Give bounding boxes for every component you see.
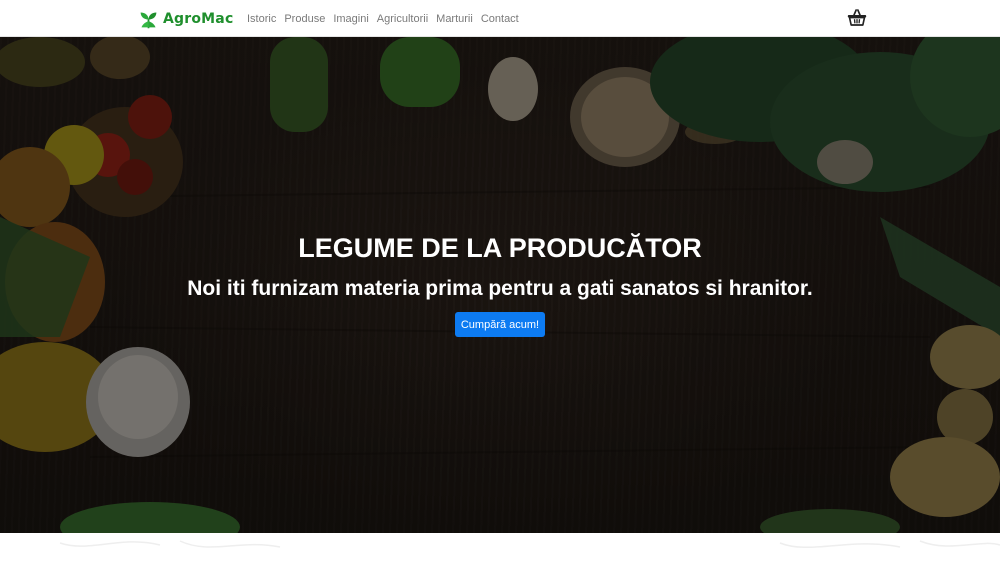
basket-icon[interactable] xyxy=(847,8,867,27)
hero-content: LEGUME DE LA PRODUCĂTOR Noi iti furnizam… xyxy=(0,37,1000,533)
nav-link-agricultorii[interactable]: Agricultorii xyxy=(377,13,428,25)
brand-name: AgroMac xyxy=(163,11,234,27)
nav-link-imagini[interactable]: Imagini xyxy=(333,13,368,25)
sprout-logo-icon xyxy=(140,12,157,28)
nav-links: Istoric Produse Imagini Agricultorii Mar… xyxy=(247,0,519,37)
buy-now-button[interactable]: Cumpără acum! xyxy=(455,312,545,337)
nav-link-istoric[interactable]: Istoric xyxy=(247,13,276,25)
nav-link-contact[interactable]: Contact xyxy=(481,13,519,25)
brand-logo-link[interactable]: AgroMac xyxy=(138,8,233,30)
nav-link-produse[interactable]: Produse xyxy=(284,13,325,25)
nav-link-marturii[interactable]: Marturii xyxy=(436,13,473,25)
next-section-edge xyxy=(0,533,1000,562)
hero-section: LEGUME DE LA PRODUCĂTOR Noi iti furnizam… xyxy=(0,37,1000,533)
top-navbar: AgroMac Istoric Produse Imagini Agricult… xyxy=(0,0,1000,37)
hero-subtitle: Noi iti furnizam materia prima pentru a … xyxy=(187,277,813,300)
decorative-divider-pattern xyxy=(59,540,1000,549)
hero-title: LEGUME DE LA PRODUCĂTOR xyxy=(298,233,702,263)
